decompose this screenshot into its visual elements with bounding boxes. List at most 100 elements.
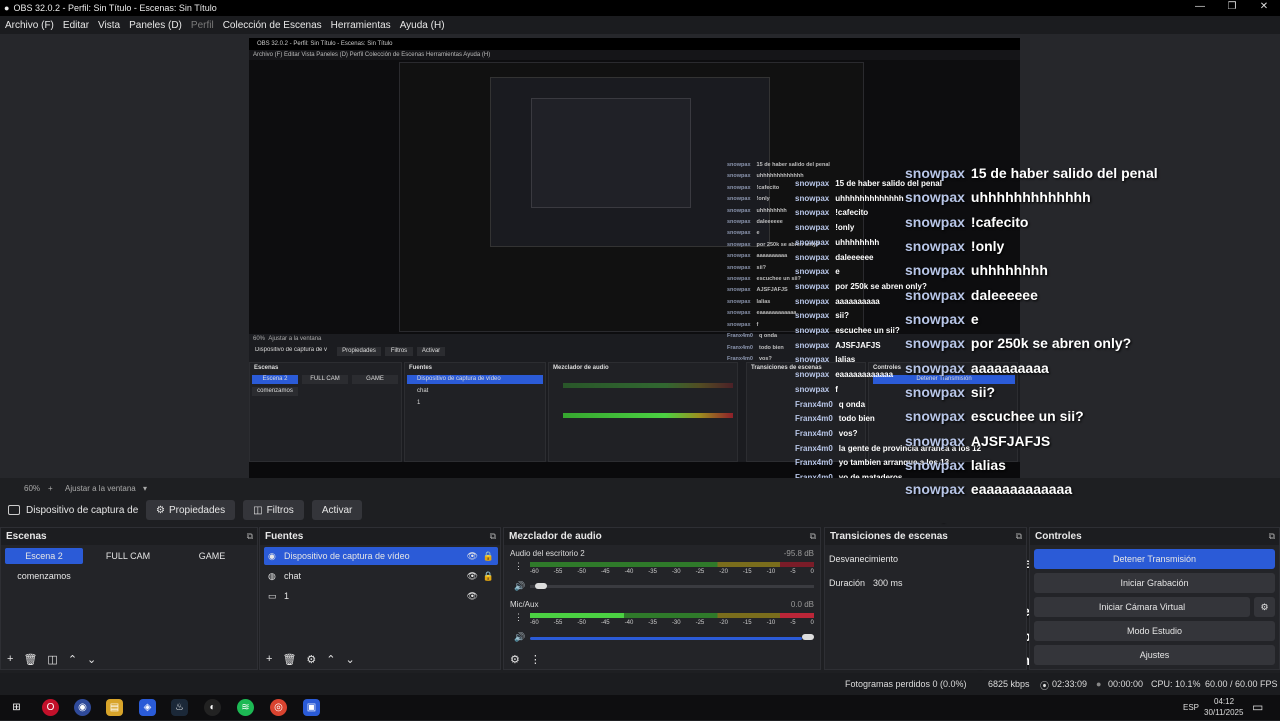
chat-text: escuchee un sii? xyxy=(970,408,1084,425)
title-bar: ● OBS 32.0.2 - Perfil: Sin Título - Esce… xyxy=(0,0,1280,16)
settings-button[interactable]: Ajustes xyxy=(1034,645,1275,665)
menu-perfil[interactable]: Perfil xyxy=(191,20,214,31)
clock-time[interactable]: 04:12 xyxy=(1214,697,1234,706)
undock-icon[interactable]: ⧉ xyxy=(1016,528,1022,545)
lock-icon[interactable]: 🔒 xyxy=(483,551,494,562)
volume-slider-mic[interactable] xyxy=(802,634,814,640)
gear-icon[interactable]: ⚙ xyxy=(306,653,316,666)
menu-editar[interactable]: Editar xyxy=(63,20,89,31)
controls-title: Controles ⧉ xyxy=(1030,528,1279,545)
chat-username: snowpax xyxy=(795,311,830,321)
eye-icon[interactable]: 👁 xyxy=(467,591,478,602)
meter-scale: -60 -55 -50 -45 -40 -35 -30 -25 -20 -15 -10 -5 0 xyxy=(530,620,814,626)
clock-date[interactable]: 30/11/2025 xyxy=(1204,708,1243,717)
undock-icon[interactable]: ⧉ xyxy=(1269,528,1275,545)
sources-dock: Fuentes ⧉ ◉ Dispositivo de captura de víd… xyxy=(259,527,501,670)
undock-icon[interactable]: ⧉ xyxy=(247,528,253,545)
obs-window-icon[interactable]: ▣ xyxy=(303,699,320,716)
studio-mode-button[interactable]: Modo Estudio xyxy=(1034,621,1275,641)
scene-full-cam[interactable]: FULL CAM xyxy=(89,548,167,564)
volume-track xyxy=(530,585,814,588)
notification-icon[interactable]: ▭ xyxy=(1252,700,1263,714)
chat-username: Franx4m0 xyxy=(795,443,833,453)
volume-slider-desktop[interactable] xyxy=(535,583,548,589)
add-icon[interactable]: + xyxy=(7,653,13,665)
add-icon[interactable]: + xyxy=(266,653,272,665)
speaker-icon[interactable]: 🔊 xyxy=(514,581,525,592)
virtual-camera-button[interactable]: Iniciar Cámara Virtual xyxy=(1034,597,1250,617)
chrome-icon[interactable]: ◎ xyxy=(270,699,287,716)
app-circle-icon[interactable]: ◐ xyxy=(204,699,221,716)
trash-icon[interactable]: 🗑 xyxy=(282,653,296,666)
obs-icon[interactable]: ◉ xyxy=(74,699,91,716)
scene-game[interactable]: GAME xyxy=(173,548,251,564)
activate-button[interactable]: Activar xyxy=(311,500,363,520)
stop-stream-button[interactable]: Detener Transmisión xyxy=(1034,549,1275,569)
menu-coleccion-escenas[interactable]: Colección de Escenas xyxy=(223,20,322,31)
move-up-icon[interactable]: ⌃ xyxy=(68,653,77,666)
properties-button[interactable]: ⚙ Propiedades xyxy=(146,500,236,520)
speaker-icon[interactable]: 🔊 xyxy=(514,632,525,643)
kebab-menu-icon[interactable]: ⋮ xyxy=(530,653,541,666)
undock-icon[interactable]: ⧉ xyxy=(490,528,496,545)
chat-username: snowpax xyxy=(905,311,965,328)
chat-text: 15 de haber salido del penal xyxy=(970,165,1158,181)
move-down-icon[interactable]: ⌄ xyxy=(346,653,355,666)
filters-button[interactable]: ◫ Filtros xyxy=(243,500,304,520)
preview-area[interactable]: OBS 32.0.2 - Perfil: Sin Título - Escena… xyxy=(0,34,1280,717)
gear-icon[interactable]: ⚙ xyxy=(1254,597,1275,617)
menu-herramientas[interactable]: Herramientas xyxy=(331,20,391,31)
file-explorer-icon[interactable]: ▤ xyxy=(106,699,123,716)
inner-mixer-title: Mezclador de audio xyxy=(553,365,609,371)
spotify-icon[interactable]: ≋ xyxy=(237,699,254,716)
menu-vista[interactable]: Vista xyxy=(98,20,120,31)
eye-icon[interactable]: 👁 xyxy=(467,571,478,582)
chat-username: snowpax xyxy=(905,432,965,449)
duration-spinbox[interactable]: 300 ms xyxy=(873,578,903,588)
chevron-down-icon[interactable]: ▾ xyxy=(143,484,147,493)
chat-message-echo: snowpax 15 de haber salido del penal xyxy=(727,160,830,171)
chat-message: snowpax uhhhhhhhhhhhhh xyxy=(905,185,1226,209)
chat-username: Franx4m0 xyxy=(795,458,833,468)
source-item-1[interactable]: ▭ 1 👁 xyxy=(264,587,498,605)
windows-start-icon[interactable]: ⊞ xyxy=(8,699,25,716)
source-item-capture[interactable]: ◉ Dispositivo de captura de vídeo 👁 🔒 xyxy=(264,547,498,565)
kebab-menu-icon[interactable]: ⋮ xyxy=(514,561,523,572)
zoom-level[interactable]: 60% xyxy=(24,484,40,493)
app-icon[interactable]: ◈ xyxy=(139,699,156,716)
inner-source-name: Dispositivo de captura de v xyxy=(255,347,328,353)
menu-archivo[interactable]: Archivo (F) xyxy=(5,20,54,31)
chat-username: snowpax xyxy=(905,189,965,206)
meter-tick-label: -60 xyxy=(530,620,539,626)
minimize-button[interactable]: — xyxy=(1184,0,1216,16)
advanced-audio-icon[interactable]: ⚙ xyxy=(510,653,520,666)
start-recording-button[interactable]: Iniciar Grabación xyxy=(1034,573,1275,593)
filter-icon[interactable]: ◫ xyxy=(47,653,57,666)
restore-button[interactable]: ❐ xyxy=(1216,0,1248,16)
move-up-icon[interactable]: ⌃ xyxy=(326,653,335,666)
zoom-plus-icon[interactable]: + xyxy=(48,484,53,493)
kebab-menu-icon[interactable]: ⋮ xyxy=(514,612,523,623)
chat-username: snowpax xyxy=(905,359,965,376)
fit-window-dropdown[interactable]: Ajustar a la ventana xyxy=(65,484,136,493)
eye-icon[interactable]: 👁 xyxy=(467,551,478,562)
language-indicator[interactable]: ESP xyxy=(1183,703,1199,712)
menu-paneles[interactable]: Paneles (D) xyxy=(129,20,182,31)
meter-tick-label: -35 xyxy=(648,620,657,626)
source-item-chat[interactable]: ◍ chat 👁 🔒 xyxy=(264,567,498,585)
trash-icon[interactable]: 🗑 xyxy=(23,653,37,666)
lock-icon[interactable]: 🔒 xyxy=(483,571,494,582)
scenes-title: Escenas ⧉ xyxy=(1,528,257,545)
scene-comenzamos[interactable]: comenzamos xyxy=(5,568,83,584)
steam-icon[interactable]: ♨ xyxy=(171,699,188,716)
opera-gx-icon[interactable]: O xyxy=(42,699,59,716)
mixer-title: Mezclador de audio ⧉ xyxy=(504,528,820,545)
move-down-icon[interactable]: ⌄ xyxy=(87,653,96,666)
close-button[interactable]: ✕ xyxy=(1248,0,1280,16)
chat-username: snowpax xyxy=(795,384,830,394)
undock-icon[interactable]: ⧉ xyxy=(810,528,816,545)
menu-ayuda[interactable]: Ayuda (H) xyxy=(400,20,445,31)
scene-escena-2[interactable]: Escena 2 xyxy=(5,548,83,564)
chat-text: vos? xyxy=(838,428,858,438)
transition-type-select[interactable]: Desvanecimiento xyxy=(829,554,898,564)
